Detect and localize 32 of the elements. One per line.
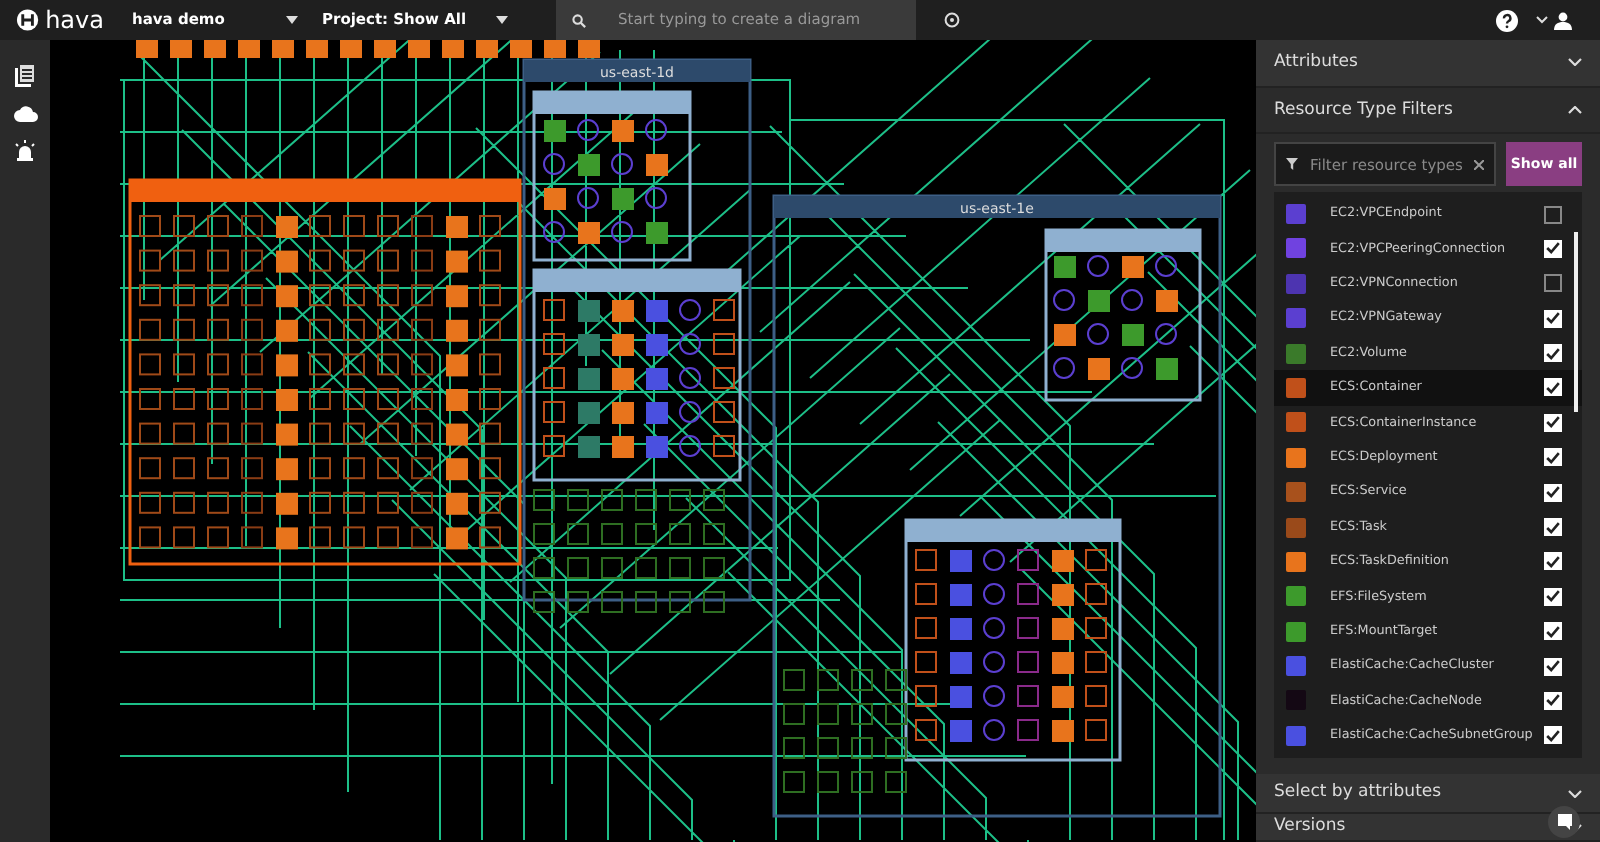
- user-icon[interactable]: [1554, 11, 1572, 29]
- resource-icons-drawing: [783, 669, 907, 793]
- logo-text: hava: [45, 4, 104, 38]
- checkbox[interactable]: [1544, 344, 1562, 363]
- checkbox[interactable]: [1544, 309, 1562, 328]
- filter-icon: [1286, 158, 1298, 171]
- caret-icon[interactable]: [1536, 16, 1548, 24]
- logo-icon: [16, 8, 40, 32]
- checkbox[interactable]: [1544, 274, 1562, 293]
- clear-icon[interactable]: [1474, 159, 1484, 170]
- checkbox[interactable]: [1544, 587, 1562, 606]
- section-header[interactable]: Select by attributes: [1256, 773, 1600, 815]
- chevron-down-icon: [1568, 789, 1582, 798]
- checkbox[interactable]: [1544, 205, 1562, 223]
- resource-icons-drawing: [543, 119, 668, 244]
- checkbox[interactable]: [1544, 622, 1562, 641]
- checkbox[interactable]: [1544, 483, 1562, 502]
- cloud-icon[interactable]: [13, 106, 37, 122]
- section-header[interactable]: Versions: [1256, 814, 1600, 842]
- scrollbar[interactable]: [1574, 232, 1578, 413]
- alarm-icon[interactable]: [14, 140, 36, 162]
- search-icon: [572, 13, 586, 27]
- checkbox[interactable]: [1544, 657, 1562, 676]
- chevron-up-icon: [1568, 105, 1582, 114]
- chat-icon: [1557, 814, 1571, 830]
- caret-icon: [286, 16, 298, 24]
- chevron-down-icon: [1568, 58, 1582, 67]
- document-icon[interactable]: [14, 64, 36, 88]
- caret-icon: [496, 16, 508, 24]
- checkbox[interactable]: [1544, 448, 1562, 467]
- section-header[interactable]: Attributes: [1256, 40, 1600, 88]
- resource-icons-drawing: [1053, 255, 1178, 380]
